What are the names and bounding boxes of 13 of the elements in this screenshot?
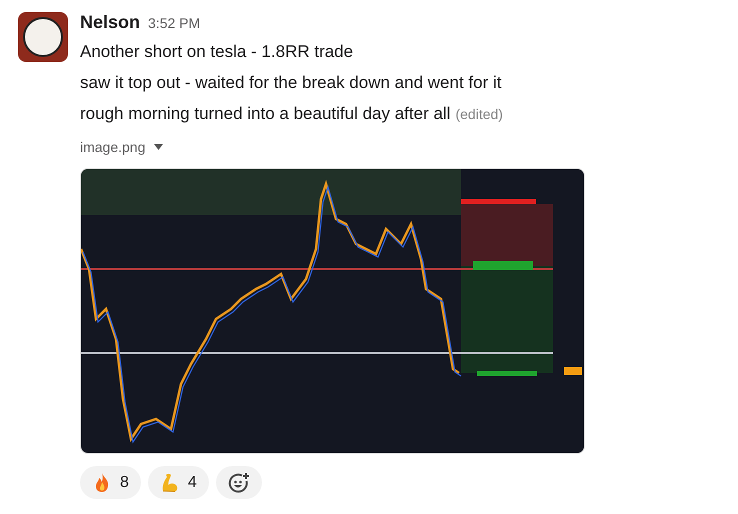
add-emoji-icon — [228, 472, 250, 494]
reaction-button[interactable]: 4 — [148, 466, 209, 499]
add-reaction-button[interactable] — [216, 466, 262, 499]
edited-label: (edited) — [455, 106, 503, 122]
file-name[interactable]: image.png — [80, 139, 146, 155]
author-name[interactable]: Nelson — [80, 12, 140, 33]
message-text: rough morning turned into a beautiful day after all — [80, 104, 450, 123]
timestamp[interactable]: 3:52 PM — [148, 15, 200, 31]
message-text: Another short on tesla - 1.8RR trade — [80, 42, 354, 61]
caret-icon[interactable] — [154, 144, 164, 150]
avatar — [18, 12, 68, 62]
message-text: saw it top out - waited for the break down and went for it — [80, 73, 502, 92]
reaction-button[interactable]: 8 — [80, 466, 141, 499]
